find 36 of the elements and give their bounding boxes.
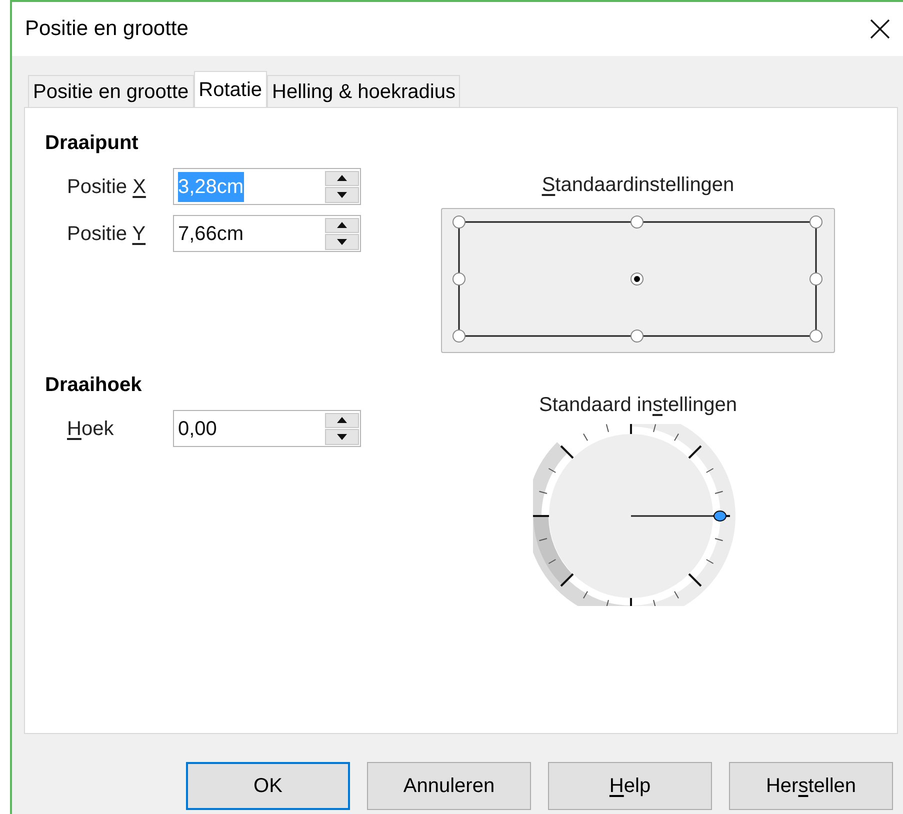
down-arrow-icon	[337, 238, 347, 245]
radio-button[interactable]	[630, 272, 644, 286]
close-icon[interactable]	[869, 18, 891, 40]
field-label: Positie Y	[66, 222, 147, 246]
preset-label: Standaard instellingen	[539, 393, 737, 418]
up-arrow-icon	[337, 417, 347, 424]
radio-button[interactable]	[630, 330, 644, 342]
section-heading: Draaihoek	[45, 373, 143, 398]
radio-button[interactable]	[810, 272, 822, 286]
spin-button[interactable]	[324, 412, 360, 446]
field-label: Hoek	[66, 416, 115, 442]
section-heading: Draaipunt	[45, 131, 140, 156]
down-arrow-icon	[337, 192, 347, 198]
dialog-button[interactable]: OK	[186, 762, 350, 810]
radio-button[interactable]	[810, 216, 822, 228]
window-title: Positie en grootte	[25, 16, 188, 42]
radio-button[interactable]	[452, 330, 466, 342]
spin-button[interactable]	[324, 170, 360, 204]
dialog-button[interactable]: Help	[548, 762, 712, 810]
radio-button[interactable]	[810, 330, 822, 342]
tab[interactable]: Positie en grootte	[28, 75, 194, 107]
dialog-button[interactable]: Annuleren	[367, 762, 531, 810]
down-arrow-icon	[337, 434, 347, 440]
up-arrow-icon	[337, 175, 347, 182]
field-label: Positie X	[66, 174, 147, 200]
radio-button[interactable]	[452, 216, 466, 228]
radio-button[interactable]	[630, 216, 644, 228]
radio-button[interactable]	[452, 272, 466, 286]
spin-field[interactable]: 7,66cm	[173, 215, 361, 252]
spin-field[interactable]: 0,00	[173, 410, 361, 447]
tab[interactable]: Rotatie	[194, 71, 268, 107]
up-arrow-icon	[337, 222, 347, 228]
spin-button[interactable]	[324, 216, 360, 250]
dialog-button[interactable]: Herstellen	[729, 762, 893, 810]
preset-label: Standaardinstellingen	[542, 173, 734, 198]
tab[interactable]: Helling & hoekradius	[267, 75, 460, 107]
